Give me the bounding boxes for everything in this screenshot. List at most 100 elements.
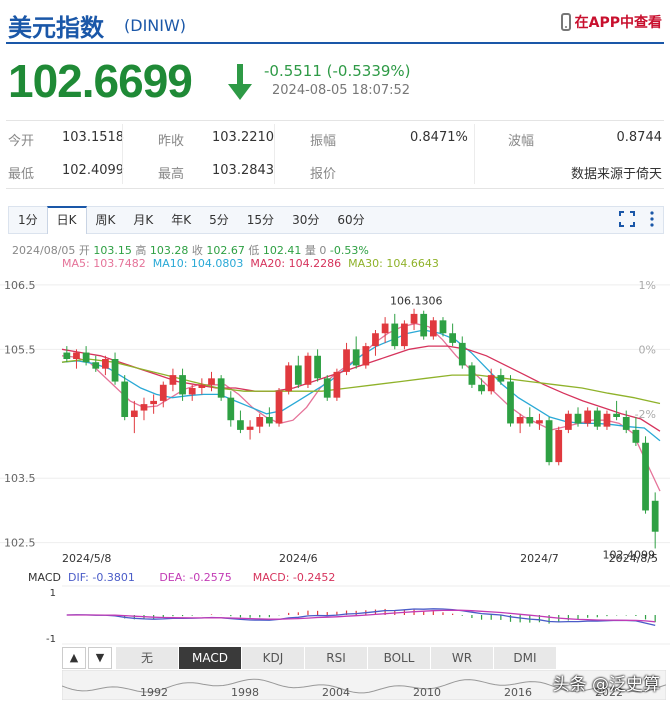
stats-divider bbox=[6, 120, 664, 121]
macd-dif: DIF: -0.3801 bbox=[67, 571, 135, 584]
watermark-text: 头条 @泛史算 bbox=[552, 675, 660, 695]
y-tick-label-pct: -2% bbox=[635, 408, 656, 421]
indicator-kdj[interactable]: KDJ bbox=[242, 647, 305, 669]
tab-daily-k[interactable]: 日K bbox=[46, 206, 87, 234]
stat-label: 最低 bbox=[8, 167, 35, 182]
fullscreen-icon[interactable] bbox=[619, 211, 635, 227]
stat-value: 102.4099 bbox=[62, 163, 125, 178]
more-vertical-icon[interactable] bbox=[649, 211, 655, 227]
candle-body bbox=[497, 375, 505, 382]
candle-body bbox=[507, 381, 514, 424]
candle-body bbox=[429, 320, 437, 337]
stat-value: 0.8471% bbox=[410, 130, 468, 145]
tab-60min[interactable]: 60分 bbox=[328, 206, 373, 234]
indicator-none[interactable]: 无 bbox=[116, 647, 179, 669]
candle-body bbox=[468, 365, 476, 385]
stat-value: 0.8744 bbox=[616, 130, 663, 145]
tab-yearly-k[interactable]: 年K bbox=[162, 206, 200, 234]
candle-body bbox=[323, 378, 331, 398]
candle-body bbox=[420, 313, 428, 337]
candle-body bbox=[121, 381, 129, 417]
candle-body bbox=[343, 349, 350, 372]
stat-label: 报价 bbox=[310, 167, 337, 182]
candle-body bbox=[458, 342, 466, 366]
quote-timestamp: 2024-08-05 18:07:52 bbox=[272, 83, 411, 98]
ohlc-info: 2024/08/05 开 103.15 高 103.28 收 102.67 低 … bbox=[12, 244, 369, 257]
candle-body bbox=[478, 384, 485, 392]
overview-year-label: 2016 bbox=[504, 686, 532, 699]
indicator-tabs: 无 MACD KDJ RSI BOLL WR DMI bbox=[116, 647, 557, 669]
y-tick-label: 103.5 bbox=[4, 472, 36, 485]
candle-body bbox=[584, 410, 592, 424]
stat-value: 103.2843 bbox=[212, 163, 275, 178]
stat-value: 103.1518 bbox=[62, 130, 125, 145]
indicator-dmi[interactable]: DMI bbox=[494, 647, 557, 669]
candle-body bbox=[208, 378, 215, 385]
candle-body bbox=[227, 397, 235, 421]
tab-weekly-k[interactable]: 周K bbox=[87, 206, 125, 234]
candle-body bbox=[449, 333, 457, 343]
candle-body bbox=[613, 413, 620, 417]
candle-body bbox=[362, 346, 370, 366]
candle-body bbox=[130, 410, 138, 417]
candle-body bbox=[265, 417, 273, 424]
candle-body bbox=[410, 313, 418, 324]
candle-body bbox=[439, 320, 447, 334]
indicator-macd[interactable]: MACD bbox=[179, 647, 242, 669]
macd-value: MACD: -0.2452 bbox=[252, 571, 336, 584]
candle-body bbox=[381, 323, 389, 334]
x-tick-label: 2024/6 bbox=[279, 552, 318, 565]
nav-buttons: ▲ ▼ bbox=[62, 647, 112, 669]
y-tick-label-pct: 0% bbox=[639, 343, 656, 356]
indicator-boll[interactable]: BOLL bbox=[368, 647, 431, 669]
tab-5min[interactable]: 5分 bbox=[200, 206, 238, 234]
scroll-up-button[interactable]: ▲ bbox=[62, 647, 86, 669]
candle-body bbox=[159, 384, 167, 401]
macd-chart[interactable]: 1 -1 bbox=[0, 584, 670, 646]
candle-body bbox=[401, 323, 408, 347]
phone-icon bbox=[560, 13, 571, 31]
stat-label: 最高 bbox=[158, 167, 185, 182]
macd-axis-label: 1 bbox=[50, 588, 56, 599]
ma5-line bbox=[61, 322, 661, 492]
stats-divider bbox=[6, 188, 664, 189]
candle-body bbox=[632, 429, 640, 443]
indicator-wr[interactable]: WR bbox=[431, 647, 494, 669]
candle-body bbox=[63, 352, 71, 359]
y-tick-label: 106.5 bbox=[4, 279, 36, 292]
candle-body bbox=[246, 426, 254, 430]
ohlc-low: 102.41 bbox=[262, 244, 302, 257]
tab-monthly-k[interactable]: 月K bbox=[124, 206, 162, 234]
candle-body bbox=[487, 375, 495, 392]
overview-year-label: 1998 bbox=[231, 686, 259, 699]
candle-body bbox=[169, 375, 177, 385]
index-title: 美元指数 bbox=[8, 14, 104, 42]
macd-dea: DEA: -0.2575 bbox=[159, 571, 232, 584]
indicator-rsi[interactable]: RSI bbox=[305, 647, 368, 669]
tab-30min[interactable]: 30分 bbox=[283, 206, 328, 234]
candle-body bbox=[516, 417, 524, 424]
ma20-legend: MA20: 104.2286 bbox=[250, 257, 342, 270]
candle-body bbox=[111, 359, 119, 382]
scroll-down-button[interactable]: ▼ bbox=[88, 647, 112, 669]
tab-15min[interactable]: 15分 bbox=[238, 206, 283, 234]
candle-body bbox=[314, 355, 321, 379]
candle-body bbox=[198, 384, 206, 388]
period-toolbar: 1分 日K 周K 月K 年K 5分 15分 30分 60分 bbox=[8, 206, 664, 234]
candle-body bbox=[140, 404, 148, 411]
x-tick-label: 2024/7 bbox=[520, 552, 559, 565]
candlestick-chart[interactable]: 106.5 105.5 103.5 102.5 1% 0% -2% 2024/5/8 2024/… bbox=[0, 270, 670, 570]
open-in-app-link[interactable]: 在APP中查看 bbox=[560, 12, 662, 32]
stat-value: 数据来源于倚天 bbox=[570, 167, 662, 182]
overview-year-label: 2010 bbox=[413, 686, 441, 699]
open-in-app-label: 在APP中查看 bbox=[574, 15, 662, 31]
candle-body bbox=[372, 333, 379, 347]
high-annotation: 106.1306 bbox=[390, 295, 443, 308]
tab-1min[interactable]: 1分 bbox=[9, 206, 47, 234]
y-tick-label: 102.5 bbox=[4, 537, 36, 550]
candle-body bbox=[545, 420, 553, 463]
macd-legend: MACD DIF: -0.3801 DEA: -0.2575 MACD: -0.… bbox=[28, 571, 335, 584]
ma10-legend: MA10: 104.0803 bbox=[152, 257, 244, 270]
candle-body bbox=[256, 417, 264, 427]
overview-year-label: 2004 bbox=[322, 686, 350, 699]
